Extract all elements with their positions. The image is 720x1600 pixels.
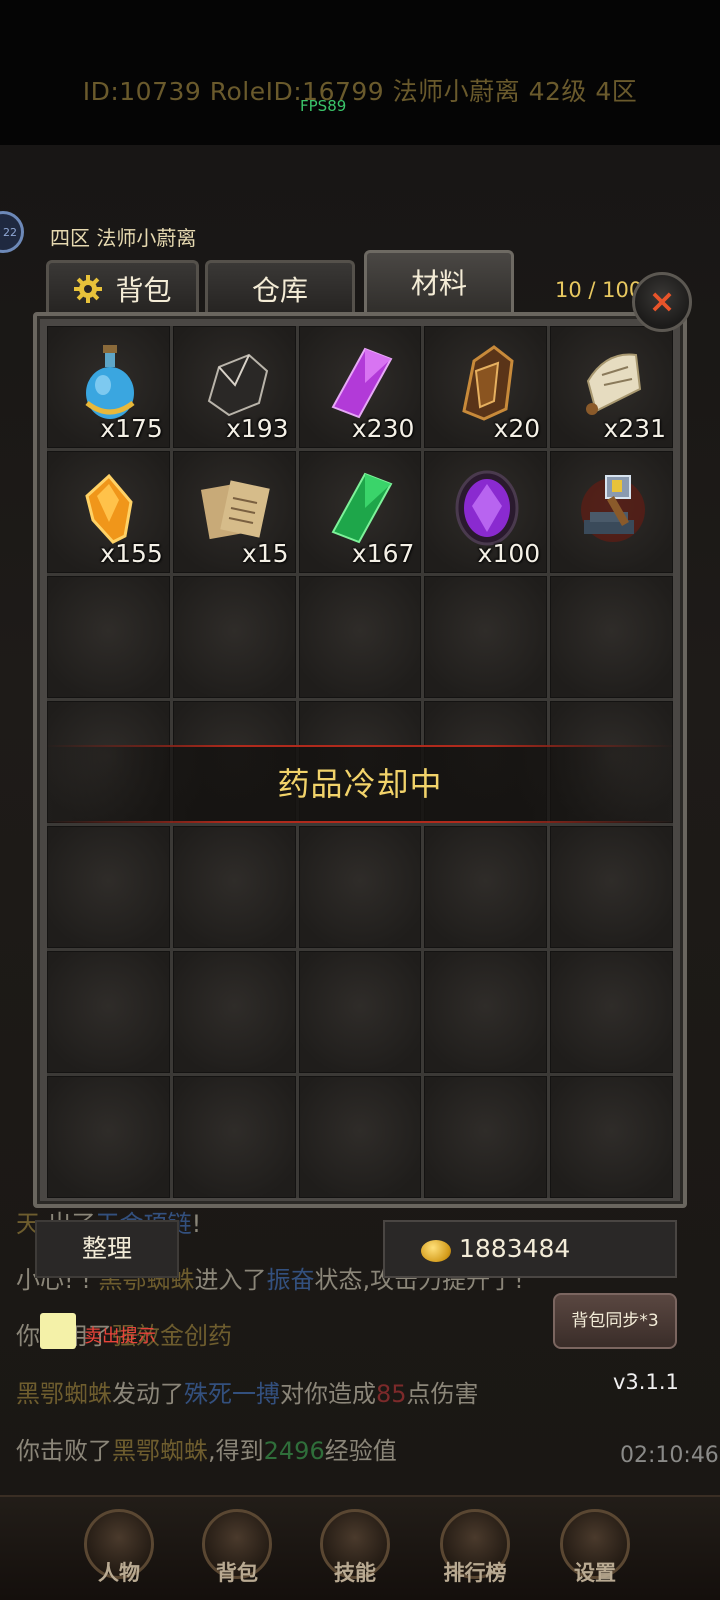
tab-warehouse[interactable]: 仓库 xyxy=(205,260,355,320)
close-button[interactable]: × xyxy=(632,272,692,332)
sort-button[interactable]: 整理 xyxy=(35,1220,179,1278)
empty-slot[interactable] xyxy=(550,826,673,948)
nav-label: 人物 xyxy=(98,1561,140,1585)
empty-slot[interactable] xyxy=(47,576,170,698)
empty-slot[interactable] xyxy=(424,951,548,1073)
chat-line: 黑鄂蜘蛛发动了殊死一搏对你造成85点伤害 xyxy=(16,1380,479,1408)
item-quantity: x155 xyxy=(100,539,163,568)
inventory-slot[interactable]: x175 xyxy=(47,326,170,448)
inventory-slot[interactable]: x15 xyxy=(172,451,296,573)
cooldown-banner: 药品冷却中 xyxy=(45,745,675,823)
sell-hint-label: 卖出提示 xyxy=(84,1326,156,1347)
empty-slot[interactable] xyxy=(424,1076,548,1198)
top-status-bar: ID:10739 RoleID:16799 法师小蔚离 42级 4区 FPS89 xyxy=(0,0,720,145)
amber-crystal-icon xyxy=(85,473,133,544)
inventory-slot[interactable]: x155 xyxy=(47,451,170,573)
potion-flask-icon xyxy=(85,345,135,419)
empty-slot[interactable] xyxy=(172,1076,296,1198)
item-quantity: x167 xyxy=(351,539,415,568)
tab-backpack[interactable]: 背包 xyxy=(46,260,199,320)
empty-slot[interactable] xyxy=(298,1076,422,1198)
nav-label: 技能 xyxy=(334,1561,376,1585)
item-quantity: x230 xyxy=(351,414,415,443)
chat-line: 你击败了黑鄂蜘蛛,得到2496经验值 xyxy=(16,1437,397,1465)
inventory-slot[interactable]: x100 xyxy=(424,451,548,573)
gold-display: 1883484 xyxy=(383,1220,677,1278)
ancient-scroll-icon xyxy=(586,353,642,415)
tab-label: 仓库 xyxy=(251,274,308,307)
empty-slot[interactable] xyxy=(550,576,673,698)
empty-slot[interactable] xyxy=(172,951,296,1073)
gear-icon xyxy=(74,275,103,303)
inventory-slot[interactable] xyxy=(550,451,673,573)
nav-label: 排行榜 xyxy=(443,1561,507,1585)
fps-counter: FPS89 xyxy=(300,97,347,115)
nav-label: 背包 xyxy=(216,1561,258,1585)
nav-ranking[interactable]: 排行榜 xyxy=(430,1509,520,1599)
cooldown-message: 药品冷却中 xyxy=(277,765,443,803)
item-quantity: x20 xyxy=(493,414,541,443)
version-label: v3.1.1 xyxy=(613,1370,679,1394)
gold-amount: 1883484 xyxy=(459,1234,571,1263)
purple-gem-icon xyxy=(455,470,519,546)
empty-slot[interactable] xyxy=(298,951,422,1073)
inventory-slot[interactable]: x167 xyxy=(298,451,422,573)
game-clock: 02:10:46 xyxy=(620,1443,719,1468)
item-quantity: x193 xyxy=(226,414,289,443)
purple-crystal-icon xyxy=(331,347,393,419)
gold-coin-icon xyxy=(421,1240,451,1262)
nav-skills[interactable]: 技能 xyxy=(310,1509,400,1599)
tab-materials[interactable]: 材料 xyxy=(364,250,514,318)
bottom-navigation: 人物 背包 技能 排行榜 设置 xyxy=(0,1495,720,1600)
empty-slot[interactable] xyxy=(47,826,170,948)
sell-hint-checkbox[interactable] xyxy=(40,1313,76,1349)
green-crystal-icon xyxy=(331,472,393,544)
item-quantity: x231 xyxy=(603,414,666,443)
tab-label: 背包 xyxy=(115,274,172,307)
item-quantity: x100 xyxy=(477,539,541,568)
empty-slot[interactable] xyxy=(550,1076,673,1198)
item-quantity: x15 xyxy=(241,539,289,568)
forge-hammer-icon xyxy=(581,475,646,542)
bronze-armor-shard-icon xyxy=(462,345,514,421)
inventory-slot[interactable]: x20 xyxy=(424,326,548,448)
inventory-slot[interactable]: x230 xyxy=(298,326,422,448)
empty-slot[interactable] xyxy=(172,576,296,698)
nav-bag[interactable]: 背包 xyxy=(192,1509,282,1599)
item-quantity: x175 xyxy=(100,414,163,443)
paper-sheets-icon xyxy=(200,480,270,540)
tab-label: 材料 xyxy=(410,267,467,300)
player-info-text: ID:10739 RoleID:16799 法师小蔚离 42级 4区 xyxy=(82,77,638,106)
empty-slot[interactable] xyxy=(424,576,548,698)
inventory-slot[interactable]: x193 xyxy=(172,326,296,448)
nav-settings[interactable]: 设置 xyxy=(550,1509,640,1599)
empty-slot[interactable] xyxy=(172,826,296,948)
inventory-slot[interactable]: x231 xyxy=(550,326,673,448)
empty-slot[interactable] xyxy=(298,826,422,948)
empty-slot[interactable] xyxy=(424,826,548,948)
nav-character[interactable]: 人物 xyxy=(74,1509,164,1599)
nav-label: 设置 xyxy=(574,1561,616,1585)
server-and-name: 四区 法师小蔚离 xyxy=(50,226,197,250)
empty-slot[interactable] xyxy=(47,1076,170,1198)
empty-slot[interactable] xyxy=(550,951,673,1073)
dark-ore-icon xyxy=(207,353,268,417)
inventory-capacity: 10 / 100 xyxy=(555,278,643,302)
empty-slot[interactable] xyxy=(298,576,422,698)
backpack-sync-button[interactable]: 背包同步*3 xyxy=(553,1293,677,1349)
empty-slot[interactable] xyxy=(47,951,170,1073)
